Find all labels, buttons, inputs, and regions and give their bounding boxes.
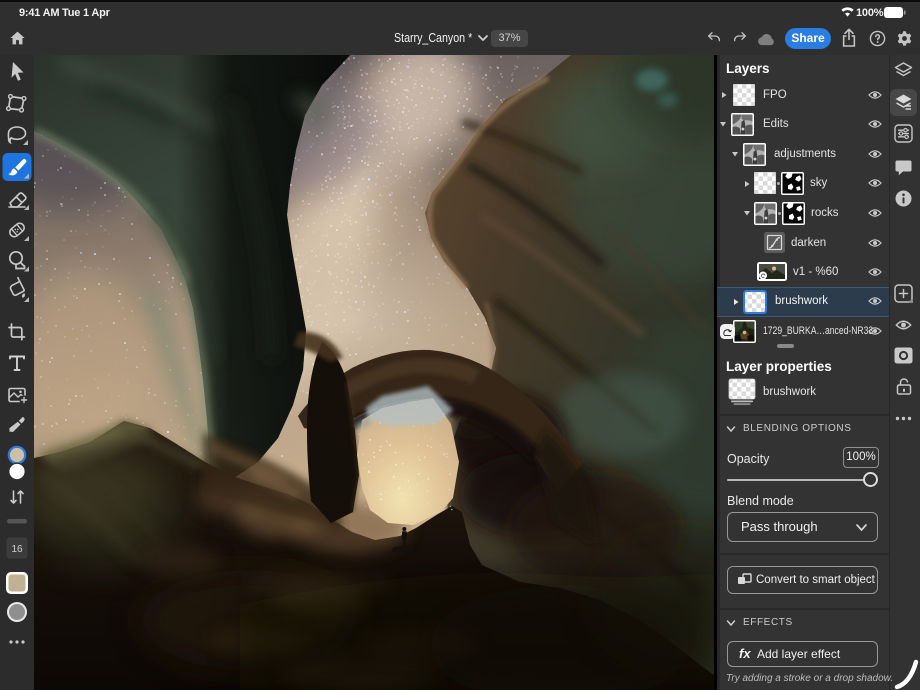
svg-text:16: 16 bbox=[11, 544, 23, 555]
